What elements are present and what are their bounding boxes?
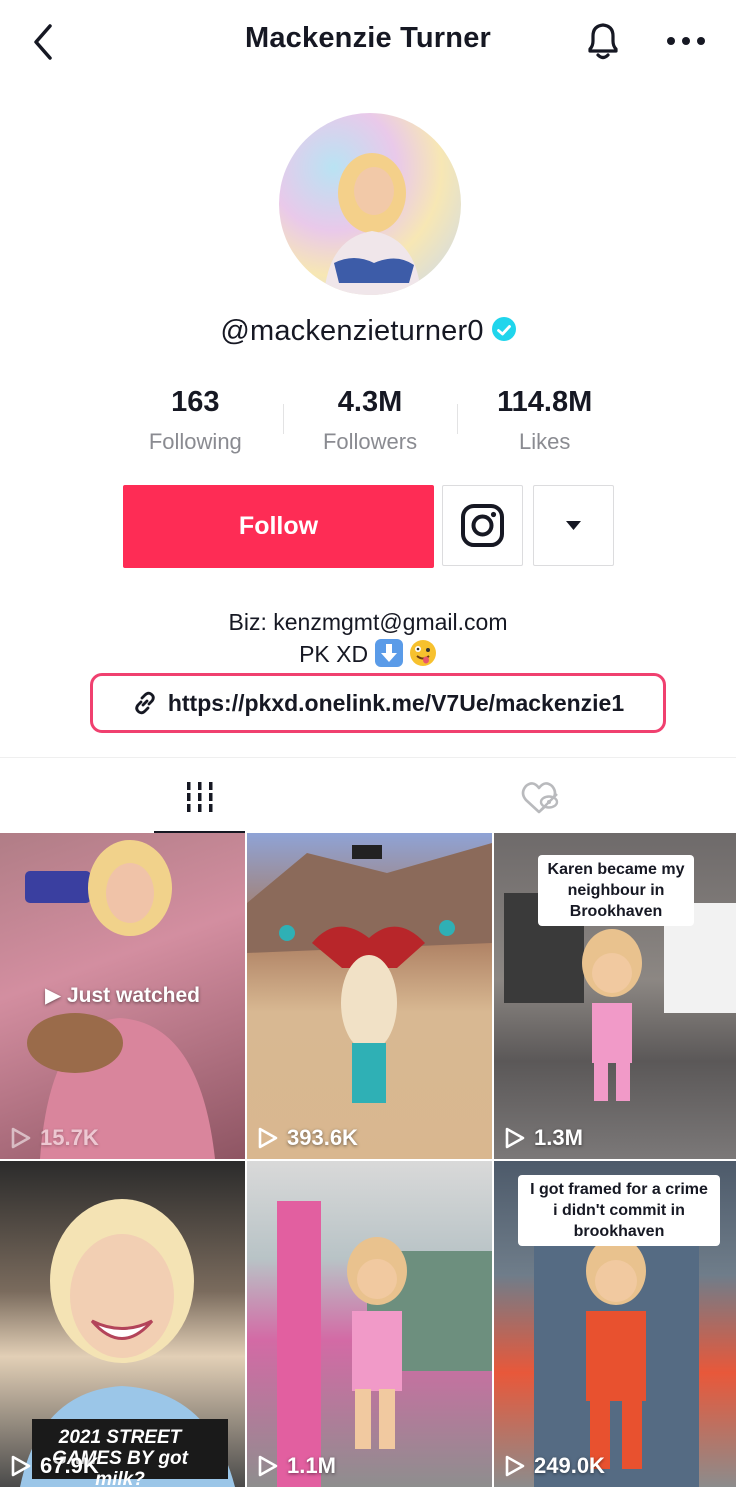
triangle-down-icon xyxy=(566,521,581,530)
thumbnail-image xyxy=(277,1201,492,1487)
page-title: Mackenzie Turner xyxy=(244,22,492,54)
instagram-icon xyxy=(461,504,504,547)
bell-icon[interactable] xyxy=(582,19,624,63)
just-watched-label: ▶ Just watched xyxy=(44,984,201,1007)
play-icon xyxy=(11,1455,31,1477)
username-row: @mackenzieturner0 xyxy=(0,315,736,348)
tab-liked[interactable] xyxy=(368,758,736,834)
view-count: 393.6K xyxy=(257,1125,358,1151)
link-icon xyxy=(135,691,155,715)
play-icon xyxy=(258,1127,278,1149)
suggested-accounts-button[interactable] xyxy=(533,485,614,566)
video-thumbnail[interactable]: I got framed for a crime i didn't commit… xyxy=(494,1161,736,1487)
stat-label: Following xyxy=(148,429,242,454)
top-bar: Mackenzie Turner xyxy=(0,0,736,84)
hidden-heart-icon xyxy=(521,782,559,814)
zany-face-emoji-icon xyxy=(409,639,437,667)
tab-videos[interactable] xyxy=(0,758,368,834)
stat-value: 114.8M xyxy=(497,386,593,418)
down-arrow-emoji-icon xyxy=(374,639,403,667)
avatar[interactable] xyxy=(279,113,461,295)
thumbnail-image xyxy=(247,843,492,1103)
bio-text: PK XD xyxy=(299,641,369,667)
bio-line: PK XD xyxy=(0,638,736,670)
stat-likes: 114.8M Likes xyxy=(457,386,632,456)
profile-stats: 163 Following 4.3M Followers 114.8M Like… xyxy=(108,386,632,456)
stat-value: 4.3M xyxy=(337,386,403,418)
play-icon xyxy=(505,1455,525,1477)
stat-followers[interactable]: 4.3M Followers xyxy=(282,386,458,456)
profile-tabs xyxy=(0,757,736,834)
video-caption: I got framed for a crime i didn't commit… xyxy=(518,1175,720,1246)
play-icon xyxy=(258,1455,278,1477)
view-count: 15.7K xyxy=(10,1125,99,1151)
play-icon xyxy=(11,1127,31,1149)
stat-label: Likes xyxy=(519,429,571,454)
view-count: 1.1M xyxy=(257,1453,336,1479)
play-icon xyxy=(505,1127,525,1149)
instagram-button[interactable] xyxy=(442,485,523,566)
video-thumbnail[interactable]: 2021 STREET GAMES BY got milk? 67.9K xyxy=(0,1161,245,1487)
video-thumbnail[interactable]: ▶ Just watched 15.7K xyxy=(0,833,245,1159)
stat-value: 163 xyxy=(171,386,220,418)
more-horizontal-icon[interactable] xyxy=(664,26,708,56)
video-grid: ▶ Just watched 15.7K 393.6K Karen became… xyxy=(0,833,736,1488)
video-thumbnail[interactable]: 1.1M xyxy=(247,1161,492,1487)
view-count: 249.0K xyxy=(504,1453,605,1479)
follow-button[interactable]: Follow xyxy=(123,485,434,568)
video-thumbnail[interactable]: Karen became my neighbour in Brookhaven … xyxy=(494,833,736,1159)
bio-line: Biz: kenzmgmt@gmail.com xyxy=(228,609,508,635)
username: @mackenzieturner0 xyxy=(220,315,484,347)
stat-label: Followers xyxy=(322,429,418,454)
video-thumbnail[interactable]: 393.6K xyxy=(247,833,492,1159)
bio: Biz: kenzmgmt@gmail.com PK XD xyxy=(0,606,736,670)
view-count: 67.9K xyxy=(10,1453,99,1479)
view-count: 1.3M xyxy=(504,1125,583,1151)
stat-following[interactable]: 163 Following xyxy=(108,386,283,456)
bio-link[interactable]: https://pkxd.onelink.me/V7Ue/mackenzie1 xyxy=(90,673,666,733)
verified-badge-icon xyxy=(491,317,516,342)
grid-icon xyxy=(187,782,213,812)
bio-link-text: https://pkxd.onelink.me/V7Ue/mackenzie1 xyxy=(167,689,625,716)
video-caption: Karen became my neighbour in Brookhaven xyxy=(538,855,694,926)
